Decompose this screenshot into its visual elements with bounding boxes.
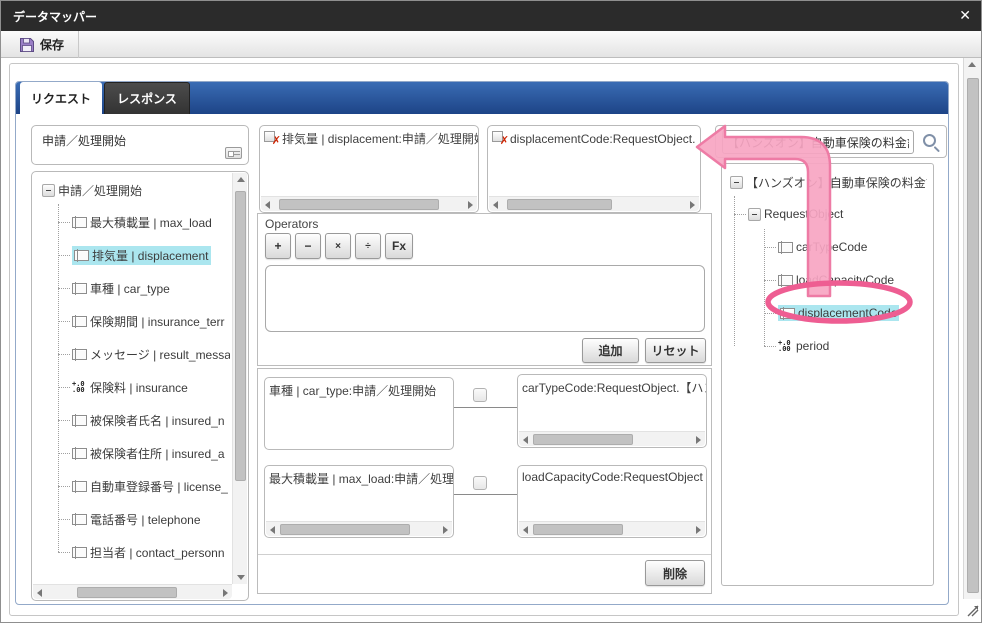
- string-field-icon: [72, 448, 87, 459]
- data-mapper-dialog: データマッパー ✕ 保存 リクエスト レスポンス 申請／処理開始 申請／処理開始: [0, 0, 982, 623]
- edit-source-text: 排気量 | displacement:申請／処理開始: [282, 130, 478, 147]
- source-header-box: 申請／処理開始: [31, 125, 249, 165]
- string-field-icon: [74, 250, 89, 261]
- selected-highlight: 排気量 | displacement: [72, 246, 211, 265]
- toolbar: 保存: [1, 31, 982, 58]
- string-field-icon: [72, 217, 87, 228]
- mapping-list-panel: 車種 | car_type:申請／処理開始 carTypeCode:Reques…: [257, 368, 712, 594]
- operators-panel: Operators + − × ÷ Fx 追加 リセット: [257, 213, 712, 366]
- mapping-target-text: loadCapacityCode:RequestObject: [522, 470, 703, 484]
- dialog-title: データマッパー: [13, 8, 97, 25]
- horizontal-scrollbar[interactable]: [519, 431, 705, 446]
- target-search-box: [715, 125, 947, 158]
- tree-node-license[interactable]: 自動車登録番号 | license_: [72, 476, 230, 496]
- tree-node-insurance[interactable]: +.0.00 保険料 | insurance: [72, 377, 230, 397]
- operator-divide-button[interactable]: ÷: [355, 233, 381, 259]
- tree-node-max-load[interactable]: 最大積載量 | max_load: [72, 212, 230, 232]
- mapping-connector: [454, 494, 517, 495]
- tree-node-insured-name[interactable]: 被保険者氏名 | insured_n: [72, 410, 230, 430]
- string-field-icon: [72, 547, 87, 558]
- mapping-source-text: 車種 | car_type:申請／処理開始: [269, 382, 436, 399]
- operator-function-button[interactable]: Fx: [385, 233, 413, 259]
- tree-node-period[interactable]: +.0.00 period: [778, 336, 927, 356]
- titlebar: データマッパー ✕: [1, 1, 982, 31]
- string-field-icon: [72, 349, 87, 360]
- add-button[interactable]: 追加: [582, 338, 639, 363]
- divider: [258, 554, 711, 555]
- remove-mapping-icon[interactable]: ✗: [492, 130, 509, 145]
- expression-area[interactable]: [265, 265, 705, 332]
- number-field-icon: +.0.00: [72, 381, 87, 393]
- mapping-row-checkbox[interactable]: [473, 388, 487, 402]
- horizontal-scrollbar[interactable]: [266, 521, 452, 536]
- search-icon[interactable]: [923, 134, 936, 147]
- selected-highlight: displacementCode: [778, 305, 899, 321]
- string-field-icon: [778, 242, 793, 253]
- string-field-icon: [72, 415, 87, 426]
- floppy-icon: [19, 37, 35, 53]
- collapse-icon[interactable]: [730, 176, 743, 189]
- resize-grip-icon[interactable]: [965, 601, 981, 619]
- mapping-row-checkbox[interactable]: [473, 476, 487, 490]
- string-field-icon: [72, 283, 87, 294]
- source-tree-panel: 申請／処理開始 最大積載量 | max_load 排気量 | displacem…: [31, 171, 249, 601]
- tree-node-telephone[interactable]: 電話番号 | telephone: [72, 509, 230, 529]
- edit-source-box[interactable]: ✗ 排気量 | displacement:申請／処理開始: [259, 125, 479, 213]
- delete-button[interactable]: 削除: [645, 560, 705, 586]
- mapping-row-target[interactable]: loadCapacityCode:RequestObject: [517, 465, 707, 538]
- tree-node-root[interactable]: 申請／処理開始: [42, 180, 230, 200]
- string-field-icon: [780, 308, 795, 319]
- string-field-icon: [778, 275, 793, 286]
- collapse-icon[interactable]: [42, 184, 55, 197]
- vertical-scrollbar[interactable]: [232, 173, 247, 584]
- save-label: 保存: [40, 36, 64, 53]
- mapping-row-source[interactable]: 車種 | car_type:申請／処理開始: [264, 377, 454, 450]
- horizontal-scrollbar[interactable]: [261, 196, 477, 211]
- tree-node-load-capacity-code[interactable]: loadCapacityCode: [778, 270, 927, 290]
- mapping-target-text: carTypeCode:RequestObject.【ハン: [522, 379, 706, 396]
- tree-node-request-object[interactable]: RequestObject: [748, 204, 927, 224]
- string-field-icon: [72, 514, 87, 525]
- tree-node-insured-address[interactable]: 被保険者住所 | insured_a: [72, 443, 230, 463]
- target-tree-panel: 【ハンズオン】自動車保険の料金計算 RequestObject carTypeC…: [721, 163, 934, 586]
- string-field-icon: [72, 316, 87, 327]
- source-header-label: 申請／処理開始: [32, 126, 248, 149]
- edit-target-text: displacementCode:RequestObject.【ハ: [510, 130, 700, 147]
- collapse-icon[interactable]: [748, 208, 761, 221]
- operator-plus-button[interactable]: +: [265, 233, 291, 259]
- tree-connector-line: [734, 196, 735, 346]
- tree-node-insurance-term[interactable]: 保険期間 | insurance_terr: [72, 311, 230, 331]
- tab-response[interactable]: レスポンス: [104, 82, 190, 114]
- close-icon[interactable]: ✕: [959, 7, 971, 23]
- tab-request[interactable]: リクエスト: [20, 82, 102, 114]
- mapping-row-source[interactable]: 最大積載量 | max_load:申請／処理: [264, 465, 454, 538]
- mapping-connector: [454, 407, 517, 408]
- tree-node-car-type-code[interactable]: carTypeCode: [778, 237, 927, 257]
- tree-node-result-message[interactable]: メッセージ | result_messag: [72, 344, 230, 364]
- form-icon[interactable]: [225, 147, 242, 159]
- operator-multiply-button[interactable]: ×: [325, 233, 351, 259]
- tree-node-car-type[interactable]: 車種 | car_type: [72, 278, 230, 298]
- edit-target-box[interactable]: ✗ displacementCode:RequestObject.【ハ: [487, 125, 701, 213]
- page-vertical-scrollbar[interactable]: [963, 58, 981, 599]
- horizontal-scrollbar[interactable]: [519, 521, 705, 536]
- tree-connector-line: [58, 204, 59, 552]
- reset-button[interactable]: リセット: [645, 338, 706, 363]
- horizontal-scrollbar[interactable]: [33, 584, 232, 599]
- mapping-row-target[interactable]: carTypeCode:RequestObject.【ハン: [517, 374, 707, 448]
- tree-node-service-root[interactable]: 【ハンズオン】自動車保険の料金計算: [730, 172, 927, 192]
- save-button[interactable]: 保存: [9, 31, 79, 58]
- operators-label: Operators: [265, 217, 318, 231]
- remove-mapping-icon[interactable]: ✗: [264, 130, 281, 145]
- number-field-icon: +.0.00: [778, 340, 793, 352]
- tree-node-displacement[interactable]: 排気量 | displacement: [72, 245, 230, 265]
- horizontal-scrollbar[interactable]: [489, 196, 699, 211]
- operator-minus-button[interactable]: −: [295, 233, 321, 259]
- string-field-icon: [72, 481, 87, 492]
- search-input[interactable]: [722, 130, 914, 154]
- tree-node-contact-person[interactable]: 担当者 | contact_personn: [72, 542, 230, 562]
- tree-node-displacement-code[interactable]: displacementCode: [778, 303, 927, 323]
- mapping-source-text: 最大積載量 | max_load:申請／処理: [269, 470, 453, 487]
